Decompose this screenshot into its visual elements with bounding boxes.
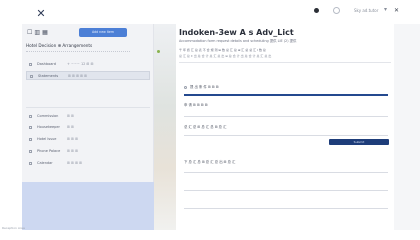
checkbox-icon[interactable] <box>29 149 32 153</box>
sidebar-toolbar: ☐ ▥ ▦ <box>27 29 48 37</box>
checkbox-icon[interactable] <box>30 74 33 78</box>
input-field[interactable] <box>184 172 388 173</box>
sidebar-item-label: Phone Palace <box>37 149 61 153</box>
section-label-text: 总 汇 总 ⊞ 总 汇 总 ⊞ 总 汇 <box>184 125 227 129</box>
right-margin <box>394 24 420 230</box>
section-label-text: 下 总 汇 总 ⊞ 总 汇 总 出 ⊞ 总 汇 <box>184 160 236 164</box>
section-label-text: 提 出 条 件 ⊞ ⊞ ⊞ <box>190 85 219 89</box>
marker-icon <box>157 50 160 53</box>
sidebar-item-label: Hotel Issue <box>37 137 57 141</box>
sidebar-item-phone-palace[interactable]: Phone Palace ⊞ ⊞ ⊞ <box>26 147 150 156</box>
page-title: Indoken-3ew A s Adv_Lict <box>179 28 294 37</box>
main-form: Indoken-3ew A s Adv_Lict Accommodation f… <box>176 24 394 230</box>
sidebar-item-value: ⊞ ⊞ ⊞ <box>67 137 79 141</box>
section-divider <box>179 62 391 63</box>
sidebar-item-calendar[interactable]: Calendar ⊞ ⊞ ⊞ ⊞ <box>26 159 150 168</box>
checkbox-icon[interactable] <box>29 114 32 118</box>
meta-row: 千 年 终 汇 总 表 不 合 规 则 ⊞ 数 总 汇 总 ⊞ 汇 总 总 汇 … <box>179 48 266 52</box>
sidebar-item-value: + ~~~ 12 ⊞ ⊞ <box>67 62 94 66</box>
app-logo-icon[interactable]: ✕ <box>34 8 48 20</box>
checkbox-icon[interactable] <box>29 137 32 141</box>
input-field[interactable] <box>184 190 388 191</box>
progress-fill <box>184 94 388 96</box>
meta-row-secondary: 总 汇 总 Σ 出 总 合 计 总 汇 总 出 ⊞ 总 合 计 出 总 合 计 … <box>179 54 272 58</box>
sidebar-item-label: Dashboard <box>37 62 56 66</box>
section-label: 总 汇 总 ⊞ 总 汇 总 ⊞ 总 汇 <box>184 124 227 129</box>
section-label-text: 申 请 ⊞ ⊞ ⊞ ⊞ <box>184 103 208 107</box>
user-menu-label[interactable]: Sky ad.tutor <box>354 8 378 13</box>
close-icon[interactable]: ✕ <box>394 7 399 14</box>
sidebar-item-dashboard[interactable]: Dashboard + ~~~ 12 ⊞ ⊞ <box>26 60 150 69</box>
sidebar-item-statements[interactable]: Statements ⊞ ⊞ ⊞ ⊞ ⊞ <box>26 71 150 80</box>
checkbox-icon[interactable] <box>29 62 32 66</box>
sidebar-item-hotel-issue[interactable]: Hotel Issue ⊞ ⊞ ⊞ <box>26 135 150 144</box>
radio-icon[interactable] <box>184 85 187 89</box>
sidebar-divider <box>26 51 130 54</box>
sidebar-item-value: ⊞ ⊞ ⊞ ⊞ <box>67 161 83 165</box>
section-label[interactable]: 提 出 条 件 ⊞ ⊞ ⊞ <box>184 84 219 89</box>
notification-icon[interactable] <box>333 7 340 14</box>
checkbox-icon[interactable] <box>29 161 32 165</box>
chevron-down-icon[interactable]: ▾ <box>384 6 387 13</box>
checkbox-icon[interactable]: ☐ <box>27 29 32 37</box>
list-view-icon[interactable]: ▥ <box>34 29 40 37</box>
sidebar-footer: Reception Area <box>2 226 25 230</box>
sidebar-item-label: Commission <box>37 114 59 118</box>
sidebar-item-housekeeper[interactable]: Housekeeper ⊞ ⊞ <box>26 123 150 132</box>
progress-bar <box>184 94 388 96</box>
checkbox-icon[interactable] <box>29 125 32 129</box>
sidebar-item-label: Housekeeper <box>37 125 60 129</box>
sidebar-item-value: ⊞ ⊞ <box>67 114 74 118</box>
sidebar-separator <box>26 107 150 108</box>
submit-button[interactable]: Submit <box>329 139 389 145</box>
page-subtitle: Accommodation form request details and s… <box>179 39 297 43</box>
top-bar: Sky ad.tutor ▾ ✕ <box>176 2 420 22</box>
background-image-strip <box>154 24 176 230</box>
sidebar-item-value: ⊞ ⊞ <box>67 125 74 129</box>
sidebar-preview-panel[interactable] <box>22 182 154 230</box>
sidebar-item-commission[interactable]: Commission ⊞ ⊞ <box>26 112 150 121</box>
sidebar-item-label: Statements <box>38 74 59 78</box>
add-item-button[interactable]: Add new item <box>79 28 127 37</box>
input-field[interactable] <box>184 135 388 136</box>
status-dot-icon <box>314 8 319 13</box>
sidebar: ☐ ▥ ▦ Add new item Hotel Decision ⊕ Arra… <box>22 24 154 230</box>
input-field[interactable] <box>184 116 388 117</box>
grid-view-icon[interactable]: ▦ <box>42 29 48 37</box>
section-label: 下 总 汇 总 ⊞ 总 汇 总 出 ⊞ 总 汇 <box>184 159 235 164</box>
sidebar-item-label: Calendar <box>37 161 53 165</box>
sidebar-item-value: ⊞ ⊞ ⊞ <box>67 149 79 153</box>
section-label: 申 请 ⊞ ⊞ ⊞ ⊞ <box>184 102 208 107</box>
sidebar-heading: Hotel Decision ⊕ Arrangements <box>26 43 93 48</box>
sidebar-item-value: ⊞ ⊞ ⊞ ⊞ ⊞ <box>68 74 88 78</box>
input-field[interactable] <box>184 208 388 209</box>
